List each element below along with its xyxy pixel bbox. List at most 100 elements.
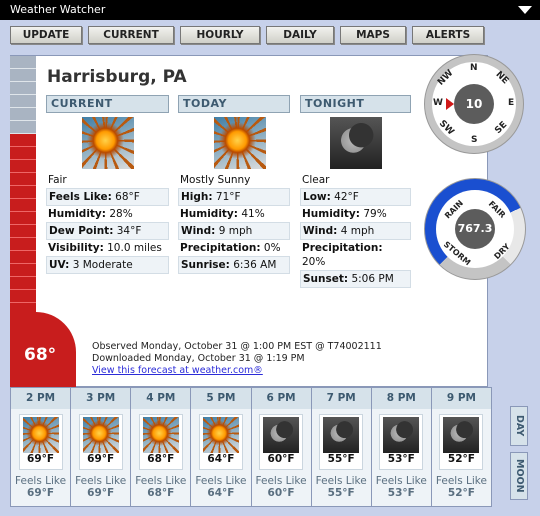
wind: Wind: 4 mph — [300, 222, 411, 240]
hourly-item: 9 PM 52°F Feels Like 52°F — [431, 388, 491, 506]
sun-icon — [142, 417, 179, 453]
hour-icon-box: 64°F — [198, 414, 243, 470]
dew-point: Dew Point: 34°F — [46, 222, 169, 240]
daily-button[interactable]: DAILY — [266, 26, 334, 44]
feels-like-label: Feels Like — [315, 475, 367, 487]
moon-icon — [263, 417, 300, 453]
hourly-item: 5 PM 64°F Feels Like 64°F — [191, 388, 252, 506]
hour-label: 7 PM — [311, 388, 371, 409]
hour-temp: 52°F — [447, 453, 475, 465]
today-column: TODAY Mostly Sunny High: 71°F Humidity: … — [178, 95, 301, 274]
moon-tab[interactable]: MOON — [510, 452, 528, 500]
moon-icon — [443, 417, 480, 453]
current-temperature: 68° — [24, 345, 57, 365]
visibility: Visibility: 10.0 miles — [48, 242, 162, 254]
compass-w: W — [433, 98, 443, 108]
wind-direction-arrow-icon — [446, 98, 454, 110]
hour-temp: 55°F — [327, 453, 355, 465]
hourly-item: 8 PM 53°F Feels Like 53°F — [371, 388, 432, 506]
humidity: Humidity: 41% — [180, 208, 265, 220]
sun-icon — [22, 417, 59, 453]
feels-like-value: 55°F — [327, 487, 355, 499]
hour-temp: 69°F — [87, 453, 115, 465]
feels-like-label: Feels Like — [135, 475, 187, 487]
hour-icon-box: 52°F — [439, 414, 484, 470]
wind-speed: 10 — [454, 84, 494, 124]
menu-dropdown-icon[interactable] — [518, 6, 532, 14]
hour-icon-box: 68°F — [138, 414, 183, 470]
compass-e: E — [508, 98, 515, 108]
hour-label: 4 PM — [131, 388, 191, 409]
hourly-forecast: 2 PM 69°F Feels Like 69°F 3 PM 69°F Feels… — [10, 387, 492, 507]
hour-label: 8 PM — [371, 388, 431, 409]
wind-compass: 10 N NE E SE S SW W NW — [424, 54, 524, 154]
tonight-column: TONIGHT Clear Low: 42°F Humidity: 79% Wi… — [300, 95, 411, 288]
sunrise: Sunrise: 6:36 AM — [178, 256, 290, 274]
feels-like-label: Feels Like — [435, 475, 487, 487]
current-header: CURRENT — [46, 95, 169, 113]
tonight-condition: Clear — [302, 174, 330, 186]
compass-s: S — [471, 135, 478, 145]
observation-info: Observed Monday, October 31 @ 1:00 PM ES… — [92, 341, 382, 377]
current-column: CURRENT Fair Feels Like: 68°F Humidity: … — [46, 95, 169, 274]
feels-like-value: 68°F — [147, 487, 175, 499]
hour-temp: 68°F — [147, 453, 175, 465]
maps-button[interactable]: MAPS — [340, 26, 406, 44]
uv-index: UV: 3 Moderate — [46, 256, 169, 274]
compass-n: N — [470, 63, 478, 73]
wind: Wind: 9 mph — [178, 222, 290, 240]
hourly-item: 7 PM 55°F Feels Like 55°F — [311, 388, 372, 506]
feels-like: Feels Like: 68°F — [46, 188, 169, 206]
hour-temp: 60°F — [267, 453, 295, 465]
tonight-header: TONIGHT — [300, 95, 411, 113]
high: High: 71°F — [178, 188, 290, 206]
hour-temp: 53°F — [387, 453, 415, 465]
update-button[interactable]: UPDATE — [10, 26, 82, 44]
humidity: Humidity: 28% — [48, 208, 133, 220]
feels-like-value: 52°F — [447, 487, 475, 499]
downloaded-text: Downloaded Monday, October 31 @ 1:19 PM — [92, 353, 305, 364]
today-condition: Mostly Sunny — [180, 174, 251, 186]
hour-icon-box: 53°F — [379, 414, 424, 470]
precipitation: Precipitation: 0% — [180, 242, 281, 254]
hour-label: 9 PM — [431, 388, 491, 409]
hour-temp: 64°F — [207, 453, 235, 465]
today-header: TODAY — [178, 95, 290, 113]
current-condition: Fair — [48, 174, 67, 186]
sun-icon — [81, 117, 134, 169]
hourly-item: 6 PM 60°F Feels Like 60°F — [251, 388, 312, 506]
sunset: Sunset: 5:06 PM — [300, 270, 411, 288]
feels-like-label: Feels Like — [255, 475, 307, 487]
hour-icon-box: 69°F — [18, 414, 63, 470]
hour-icon-box: 69°F — [78, 414, 123, 470]
title-bar: Weather Watcher — [0, 0, 540, 20]
hour-label: 2 PM — [11, 388, 71, 409]
window-title: Weather Watcher — [10, 3, 106, 16]
hourly-item: 2 PM 69°F Feels Like 69°F — [11, 388, 72, 506]
feels-like-value: 64°F — [207, 487, 235, 499]
moon-icon — [329, 117, 382, 169]
weather-com-link[interactable]: View this forecast at weather.com® — [92, 365, 263, 376]
moon-icon — [383, 417, 420, 453]
hour-temp: 69°F — [27, 453, 55, 465]
hour-label: 5 PM — [191, 388, 251, 409]
hour-icon-box: 60°F — [259, 414, 304, 470]
hour-label: 3 PM — [71, 388, 131, 409]
feels-like-label: Feels Like — [195, 475, 247, 487]
feels-like-value: 69°F — [27, 487, 55, 499]
alerts-button[interactable]: ALERTS — [412, 26, 484, 44]
precipitation: Precipitation: 20% — [302, 242, 383, 268]
low: Low: 42°F — [300, 188, 411, 206]
sun-icon — [82, 417, 119, 453]
current-button[interactable]: CURRENT — [88, 26, 174, 44]
hour-label: 6 PM — [251, 388, 311, 409]
hourly-item: 3 PM 69°F Feels Like 69°F — [71, 388, 132, 506]
feels-like-value: 60°F — [267, 487, 295, 499]
feels-like-label: Feels Like — [75, 475, 127, 487]
sun-icon — [202, 417, 239, 453]
barometer: 767.3 RAIN FAIR STORM DRY — [424, 178, 526, 280]
feels-like-value: 69°F — [87, 487, 115, 499]
hourly-button[interactable]: HOURLY — [180, 26, 260, 44]
toolbar: UPDATE CURRENT HOURLY DAILY MAPS ALERTS — [10, 26, 484, 44]
day-tab[interactable]: DAY — [510, 406, 528, 446]
